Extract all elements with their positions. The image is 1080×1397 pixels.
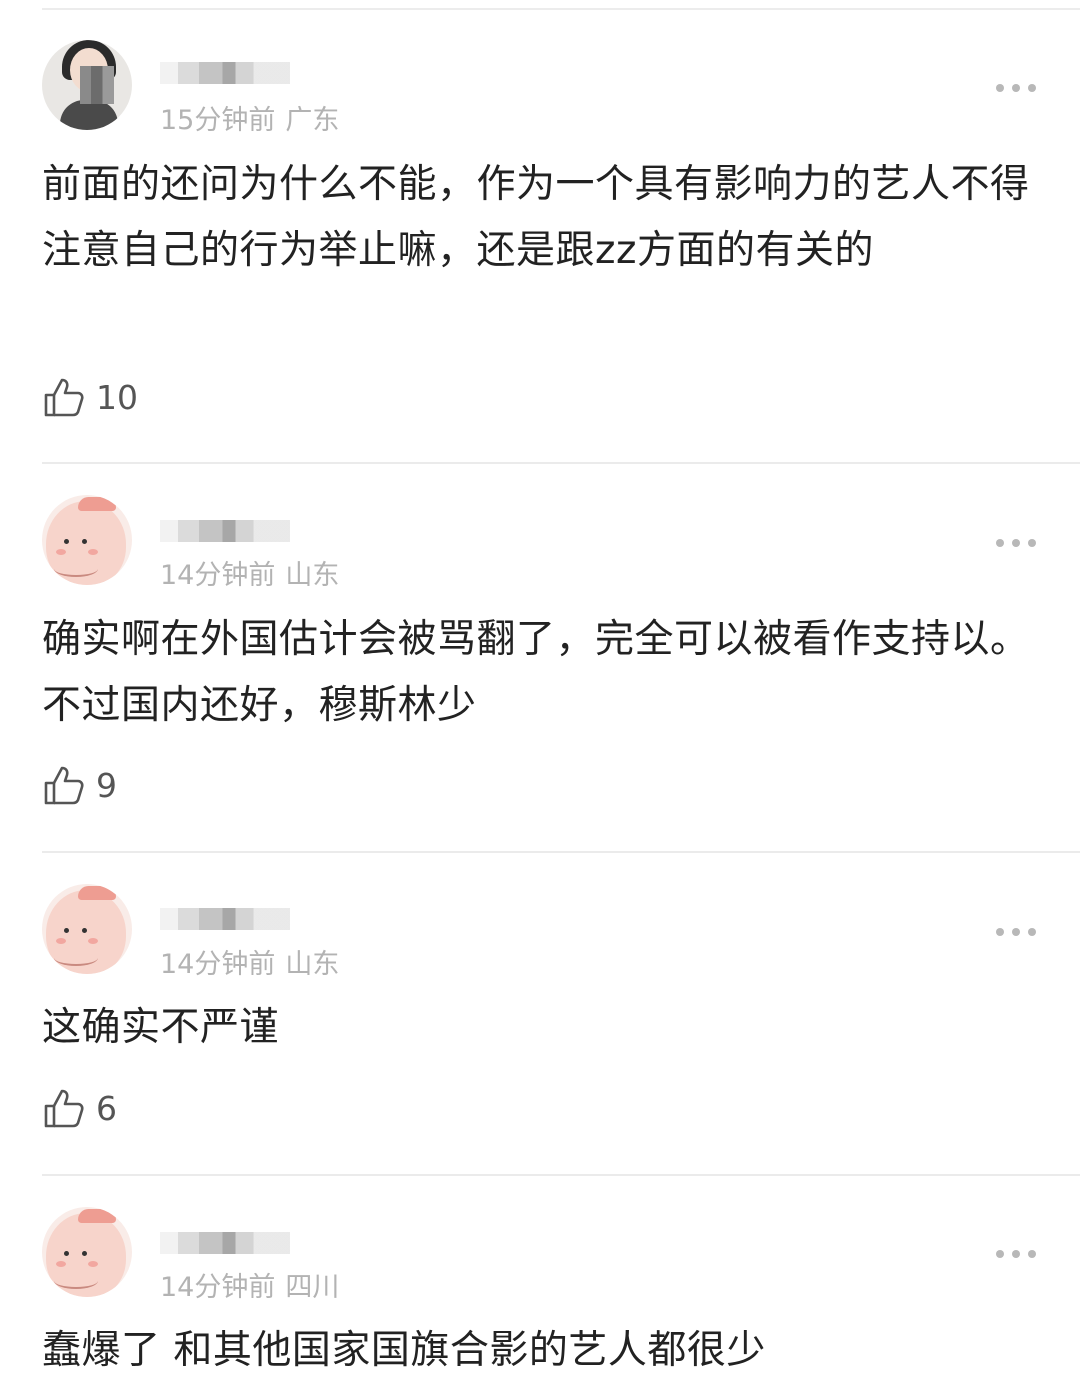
- user-name[interactable]: [160, 520, 290, 542]
- user-name[interactable]: [160, 1232, 290, 1254]
- comment-time: 14分钟前: [160, 560, 276, 591]
- comment-meta: 15分钟前 广东: [160, 98, 339, 137]
- more-dots-icon: [996, 539, 1004, 547]
- comment-text: 这确实不严谨: [42, 1005, 280, 1050]
- comment-location: 山东: [285, 949, 340, 980]
- name-blur: [160, 1232, 290, 1254]
- more-button[interactable]: [996, 533, 1036, 553]
- thumbs-up-icon: [44, 378, 84, 417]
- comment-time: 14分钟前: [160, 1272, 276, 1303]
- comment-location: 山东: [285, 560, 340, 591]
- comment-time: 15分钟前: [160, 105, 276, 136]
- name-blur: [160, 520, 290, 542]
- more-button[interactable]: [996, 78, 1036, 98]
- thumbs-up-icon: [44, 1089, 84, 1128]
- comment-divider: [42, 1174, 1080, 1176]
- comment-meta: 14分钟前 山东: [160, 942, 339, 981]
- user-avatar[interactable]: [42, 884, 132, 974]
- user-avatar[interactable]: [42, 495, 132, 585]
- comment-text: 蠢爆了 和其他国家国旗合影的艺人都很少: [42, 1328, 766, 1373]
- like-button[interactable]: 6: [42, 1085, 117, 1131]
- user-avatar[interactable]: [42, 40, 132, 130]
- comment-location: 四川: [285, 1272, 340, 1303]
- comment-meta: 14分钟前 四川: [160, 1265, 339, 1304]
- user-avatar[interactable]: [42, 1207, 132, 1297]
- comment-divider: [42, 851, 1080, 853]
- comment-divider: [42, 462, 1080, 464]
- more-dots-icon: [996, 1250, 1004, 1258]
- like-count: 6: [96, 1088, 117, 1128]
- thumbs-up-icon: [44, 766, 84, 805]
- more-dots-icon: [996, 928, 1004, 936]
- more-dots-icon: [996, 84, 1004, 92]
- like-count: 9: [96, 765, 117, 805]
- comment-meta: 14分钟前 山东: [160, 553, 339, 592]
- comment-location: 广东: [285, 105, 340, 136]
- name-blur: [160, 908, 290, 930]
- like-button[interactable]: 10: [42, 374, 138, 420]
- user-name[interactable]: [160, 908, 290, 930]
- like-button[interactable]: 9: [42, 762, 117, 808]
- comment-text: 确实啊在外国估计会被骂翻了，完全可以被看作支持以。不过国内还好，穆斯林少: [42, 617, 1030, 728]
- top-divider: [42, 8, 1080, 10]
- comment-time: 14分钟前: [160, 949, 276, 980]
- more-button[interactable]: [996, 922, 1036, 942]
- comment-text: 前面的还问为什么不能，作为一个具有影响力的艺人不得注意自己的行为举止嘛，还是跟z…: [42, 162, 1030, 273]
- name-blur: [160, 62, 290, 84]
- like-count: 10: [96, 377, 138, 417]
- mosaic-blur: [80, 66, 114, 104]
- user-name[interactable]: [160, 62, 290, 84]
- more-button[interactable]: [996, 1244, 1036, 1264]
